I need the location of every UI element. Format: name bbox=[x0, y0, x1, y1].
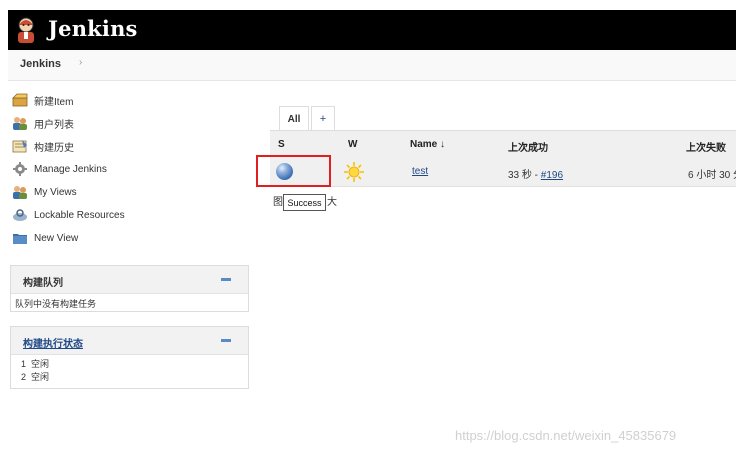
sunny-weather-icon[interactable] bbox=[343, 161, 365, 183]
gear-icon bbox=[13, 162, 27, 176]
sidebar-item-label: 用户列表 bbox=[34, 119, 74, 131]
breadcrumb-chevron-icon[interactable]: › bbox=[79, 57, 82, 68]
sidebar-item-label: My Views bbox=[34, 186, 77, 198]
sidebar-item-label: 新建Item bbox=[34, 96, 74, 108]
tab-all[interactable]: All bbox=[279, 106, 309, 131]
minimize-icon[interactable] bbox=[221, 339, 231, 342]
build-queue-empty-text: 队列中没有构建任务 bbox=[15, 299, 97, 309]
sidebar-item-label: New View bbox=[34, 232, 79, 244]
build-history-icon bbox=[12, 140, 27, 153]
column-header-name[interactable]: Name ↓ bbox=[410, 139, 445, 150]
sidebar-item-lockable-resources[interactable]: Lockable Resources bbox=[12, 206, 125, 224]
header-bar: Jenkins bbox=[8, 10, 736, 50]
breadcrumb-jenkins[interactable]: Jenkins bbox=[20, 58, 61, 70]
icon-size-label[interactable]: 大 bbox=[327, 193, 337, 208]
executor-status: 空闲 bbox=[31, 372, 50, 382]
minimize-icon[interactable] bbox=[221, 278, 231, 281]
sidebar-item-label: Manage Jenkins bbox=[34, 163, 107, 175]
build-queue-title: 构建队列 bbox=[23, 278, 63, 289]
column-header-last-failure[interactable]: 上次失败 bbox=[686, 139, 726, 154]
executor-number: 1 bbox=[21, 359, 27, 369]
executor-number: 2 bbox=[21, 372, 27, 382]
folder-icon bbox=[13, 234, 27, 244]
jenkins-logo-icon[interactable] bbox=[13, 16, 39, 44]
last-success-cell: 33 秒 - #196 bbox=[508, 166, 563, 181]
last-success-time: 33 秒 - bbox=[508, 170, 541, 181]
executor-row: 1 空闲 bbox=[11, 358, 248, 371]
sidebar-item-label: 构建历史 bbox=[34, 142, 74, 154]
job-name-link[interactable]: test bbox=[412, 166, 428, 177]
add-view-tab[interactable]: + bbox=[311, 106, 335, 131]
column-header-status[interactable]: S bbox=[278, 139, 285, 150]
build-queue-header: 构建队列 bbox=[11, 266, 248, 294]
breadcrumb: Jenkins › bbox=[8, 50, 736, 81]
my-views-icon bbox=[13, 186, 27, 199]
icon-size-label[interactable]: 图 bbox=[273, 193, 283, 208]
highlight-annotation bbox=[256, 155, 331, 187]
executor-status-panel: 构建执行状态 1 空闲 2 空闲 bbox=[10, 326, 249, 389]
column-header-weather[interactable]: W bbox=[348, 139, 357, 150]
last-success-build-link[interactable]: #196 bbox=[541, 170, 563, 181]
sidebar-item-new-view[interactable]: New View bbox=[12, 229, 78, 247]
sidebar-item-my-views[interactable]: My Views bbox=[12, 183, 77, 201]
column-header-last-success[interactable]: 上次成功 bbox=[508, 139, 548, 154]
sidebar-item-label: Lockable Resources bbox=[34, 209, 125, 221]
sidebar-item-new-item[interactable]: 新建Item bbox=[12, 91, 73, 109]
job-table-header: S W Name ↓ 上次成功 上次失败 bbox=[270, 130, 736, 157]
build-queue-panel: 构建队列 队列中没有构建任务 bbox=[10, 265, 249, 312]
users-icon bbox=[13, 117, 27, 130]
executor-status-header: 构建执行状态 bbox=[11, 327, 248, 355]
executor-row: 2 空闲 bbox=[11, 371, 248, 384]
lockable-resources-icon bbox=[13, 209, 27, 221]
sidebar-item-build-history[interactable]: 构建历史 bbox=[12, 137, 74, 155]
sidebar-item-users[interactable]: 用户列表 bbox=[12, 114, 74, 132]
app-title[interactable]: Jenkins bbox=[48, 16, 138, 41]
status-tooltip: Success bbox=[283, 194, 326, 211]
last-failure-cell: 6 小时 30 分 bbox=[688, 170, 736, 181]
executor-status: 空闲 bbox=[31, 359, 50, 369]
watermark: https://blog.csdn.net/weixin_45835679 bbox=[455, 428, 677, 443]
table-row: test 33 秒 - #196 6 小时 30 分 bbox=[270, 156, 736, 187]
new-item-icon bbox=[12, 93, 28, 107]
sidebar-item-manage-jenkins[interactable]: Manage Jenkins bbox=[12, 160, 107, 178]
executor-status-title[interactable]: 构建执行状态 bbox=[23, 335, 83, 350]
